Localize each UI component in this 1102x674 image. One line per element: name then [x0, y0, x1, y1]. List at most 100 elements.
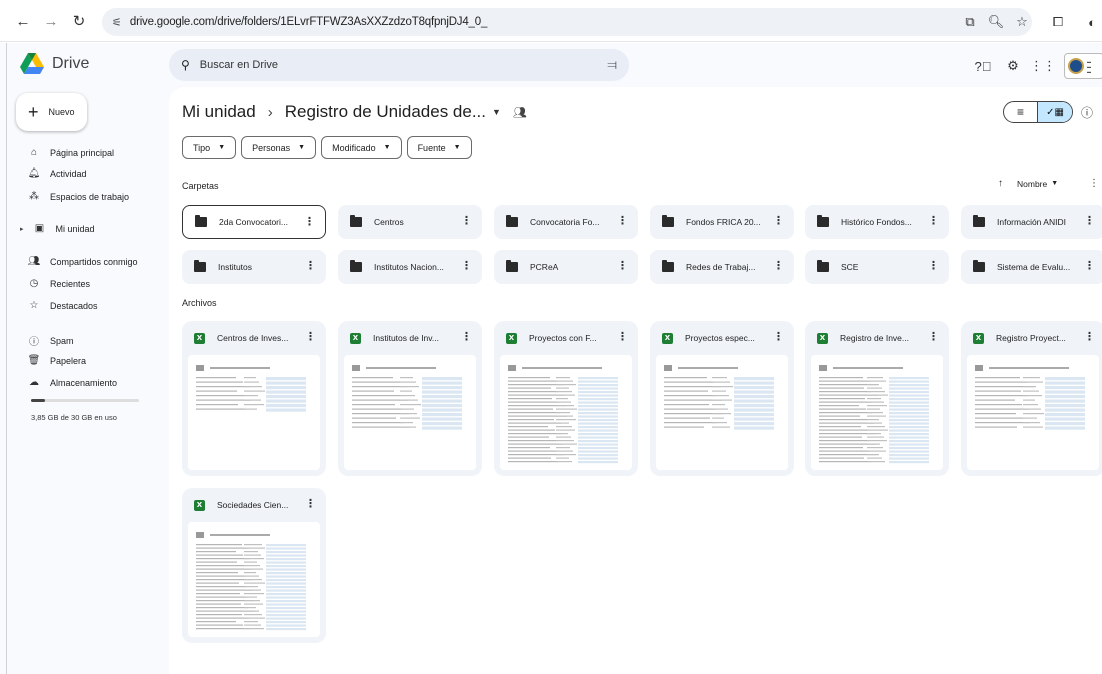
- sidebar-item-spam[interactable]: ⓘ Spam: [28, 333, 74, 349]
- grid-view-icon[interactable]: ✓▦: [1037, 102, 1072, 122]
- more-options-icon[interactable]: ⋮: [928, 330, 939, 343]
- file-card-header: X Centros de Inves... ⋮: [182, 321, 326, 355]
- more-options-icon[interactable]: ⋮: [1084, 214, 1095, 227]
- info-icon[interactable]: ⓘ: [1081, 104, 1093, 121]
- folder-card[interactable]: Redes de Trabaj... ⋮: [650, 250, 794, 284]
- sort-label[interactable]: Nombre: [1017, 179, 1047, 189]
- folder-card[interactable]: PCReA ⋮: [494, 250, 638, 284]
- more-options-icon[interactable]: ⋮: [773, 214, 784, 227]
- more-options-icon[interactable]: ⋮: [461, 214, 472, 227]
- folder-card[interactable]: 2da Convocatori... ⋮: [182, 205, 326, 239]
- file-thumbnail[interactable]: [188, 355, 320, 470]
- more-options-icon[interactable]: ⋮: [928, 259, 939, 272]
- search-bar[interactable]: ⚲ Buscar en Drive ⫤: [169, 49, 629, 81]
- file-thumbnail[interactable]: [811, 355, 943, 470]
- file-name: Registro Proyect...: [996, 333, 1066, 343]
- more-options-icon[interactable]: ⋮: [617, 259, 628, 272]
- sidebar-item-shared[interactable]: 👥︎ Compartidos conmigo: [28, 256, 138, 267]
- more-options-icon[interactable]: ⋮: [617, 330, 628, 343]
- folder-card[interactable]: SCE ⋮: [805, 250, 949, 284]
- search-input[interactable]: Buscar en Drive: [200, 59, 278, 71]
- sidebar-item-starred[interactable]: ☆ Destacados: [28, 300, 98, 311]
- apps-grid-icon[interactable]: ⋮⋮: [1030, 57, 1056, 75]
- address-bar[interactable]: ⚟ drive.google.com/drive/folders/1ELvrFT…: [102, 8, 1032, 36]
- sidebar-item-workspaces[interactable]: ⁂ Espacios de trabajo: [28, 191, 129, 202]
- file-thumbnail[interactable]: [500, 355, 632, 470]
- file-card[interactable]: X Registro de Inve... ⋮: [805, 321, 949, 476]
- bookmark-star-icon[interactable]: ☆: [1012, 10, 1032, 34]
- filter-chip-source[interactable]: Fuente ▼: [406, 136, 472, 159]
- breadcrumb-root[interactable]: Mi unidad: [182, 102, 256, 122]
- file-thumbnail[interactable]: [188, 522, 320, 637]
- sidebar-item-trash[interactable]: 🗑︎ Papelera: [28, 355, 86, 366]
- file-card[interactable]: X Institutos de Inv... ⋮: [338, 321, 482, 476]
- more-options-icon[interactable]: ⋮: [773, 259, 784, 272]
- sidebar-item-recent[interactable]: ◷ Recientes: [28, 278, 90, 289]
- folder-card[interactable]: Convocatoria Fo... ⋮: [494, 205, 638, 239]
- more-options-icon[interactable]: ⋮: [773, 330, 784, 343]
- filter-chip-modified[interactable]: Modificado ▼: [321, 136, 402, 159]
- search-options-icon[interactable]: ⫤: [607, 57, 617, 73]
- more-options-icon[interactable]: ⋮: [617, 214, 628, 227]
- caret-down-icon[interactable]: ▼: [1051, 180, 1058, 187]
- more-options-icon[interactable]: ⋮: [304, 215, 315, 228]
- more-options-icon[interactable]: ⋮: [1089, 178, 1099, 189]
- new-button[interactable]: + Nuevo: [16, 93, 87, 131]
- install-app-icon[interactable]: ⧉: [960, 10, 980, 34]
- reload-icon[interactable]: ↻: [66, 8, 92, 34]
- help-icon[interactable]: ?⃝: [974, 57, 992, 75]
- more-options-icon[interactable]: ⋮: [461, 259, 472, 272]
- sidebar-item-storage[interactable]: ☁ Almacenamiento: [28, 377, 117, 388]
- expand-arrow-icon[interactable]: ▸: [20, 225, 24, 233]
- spreadsheet-preview: [352, 365, 462, 430]
- file-thumbnail[interactable]: [967, 355, 1099, 470]
- file-card[interactable]: X Centros de Inves... ⋮: [182, 321, 326, 476]
- drive-icon: ▣: [34, 223, 45, 234]
- file-card[interactable]: X Proyectos espec... ⋮: [650, 321, 794, 476]
- list-view-icon[interactable]: ≡: [1004, 102, 1037, 122]
- sort-control[interactable]: ↑ Nombre ▼: [998, 178, 1058, 189]
- more-options-icon[interactable]: ⋮: [928, 214, 939, 227]
- more-options-icon[interactable]: ⋮: [305, 330, 316, 343]
- caret-down-icon[interactable]: ▼: [492, 107, 501, 117]
- extensions-icon[interactable]: ⧠: [1048, 10, 1068, 34]
- workspaces-icon: ⁂: [29, 191, 39, 202]
- sort-direction-icon[interactable]: ↑: [998, 178, 1003, 189]
- folder-card[interactable]: Sistema de Evalu... ⋮: [961, 250, 1102, 284]
- profile-icon[interactable]: ◐: [1082, 10, 1102, 34]
- folder-card[interactable]: Información ANIDI ⋮: [961, 205, 1102, 239]
- filter-chip-type[interactable]: Tipo ▼: [182, 136, 237, 159]
- settings-gear-icon[interactable]: ⚙: [1004, 57, 1022, 75]
- more-options-icon[interactable]: ⋮: [1084, 330, 1095, 343]
- folder-card[interactable]: Institutos Nacion... ⋮: [338, 250, 482, 284]
- more-options-icon[interactable]: ⋮: [305, 497, 316, 510]
- drive-logo[interactable]: Drive: [20, 53, 89, 74]
- account-avatar[interactable]: ▬ ▬ ▬: [1064, 53, 1102, 79]
- sidebar-item-my-drive[interactable]: ▸ ▣ Mi unidad: [20, 223, 95, 234]
- breadcrumb-current[interactable]: Registro de Unidades de...: [285, 102, 486, 122]
- file-card[interactable]: X Registro Proyect... ⋮: [961, 321, 1102, 476]
- zoom-icon[interactable]: 🔍︎: [986, 10, 1006, 34]
- more-options-icon[interactable]: ⋮: [1084, 259, 1095, 272]
- search-icon[interactable]: ⚲: [181, 58, 190, 72]
- forward-icon[interactable]: →: [38, 8, 64, 34]
- file-card[interactable]: X Sociedades Cien... ⋮: [182, 488, 326, 643]
- site-settings-icon[interactable]: ⚟: [112, 16, 122, 29]
- chip-label: Fuente: [417, 142, 446, 153]
- spreadsheet-preview: [664, 365, 774, 430]
- file-thumbnail[interactable]: [344, 355, 476, 470]
- sidebar-item-label: Almacenamiento: [50, 377, 118, 388]
- folder-shared-icon: [973, 260, 985, 272]
- sidebar-item-activity[interactable]: 🔔︎ Actividad: [28, 168, 87, 179]
- more-options-icon[interactable]: ⋮: [461, 330, 472, 343]
- sidebar-item-home[interactable]: ⌂ Página principal: [28, 147, 114, 158]
- folder-card[interactable]: Institutos ⋮: [182, 250, 326, 284]
- more-options-icon[interactable]: ⋮: [305, 259, 316, 272]
- folder-card[interactable]: Fondos FRICA 20... ⋮: [650, 205, 794, 239]
- file-card[interactable]: X Proyectos con F... ⋮: [494, 321, 638, 476]
- folder-card[interactable]: Histórico Fondos... ⋮: [805, 205, 949, 239]
- folder-card[interactable]: Centros ⋮: [338, 205, 482, 239]
- file-thumbnail[interactable]: [656, 355, 788, 470]
- back-icon[interactable]: ←: [10, 8, 36, 34]
- filter-chip-people[interactable]: Personas ▼: [241, 136, 317, 159]
